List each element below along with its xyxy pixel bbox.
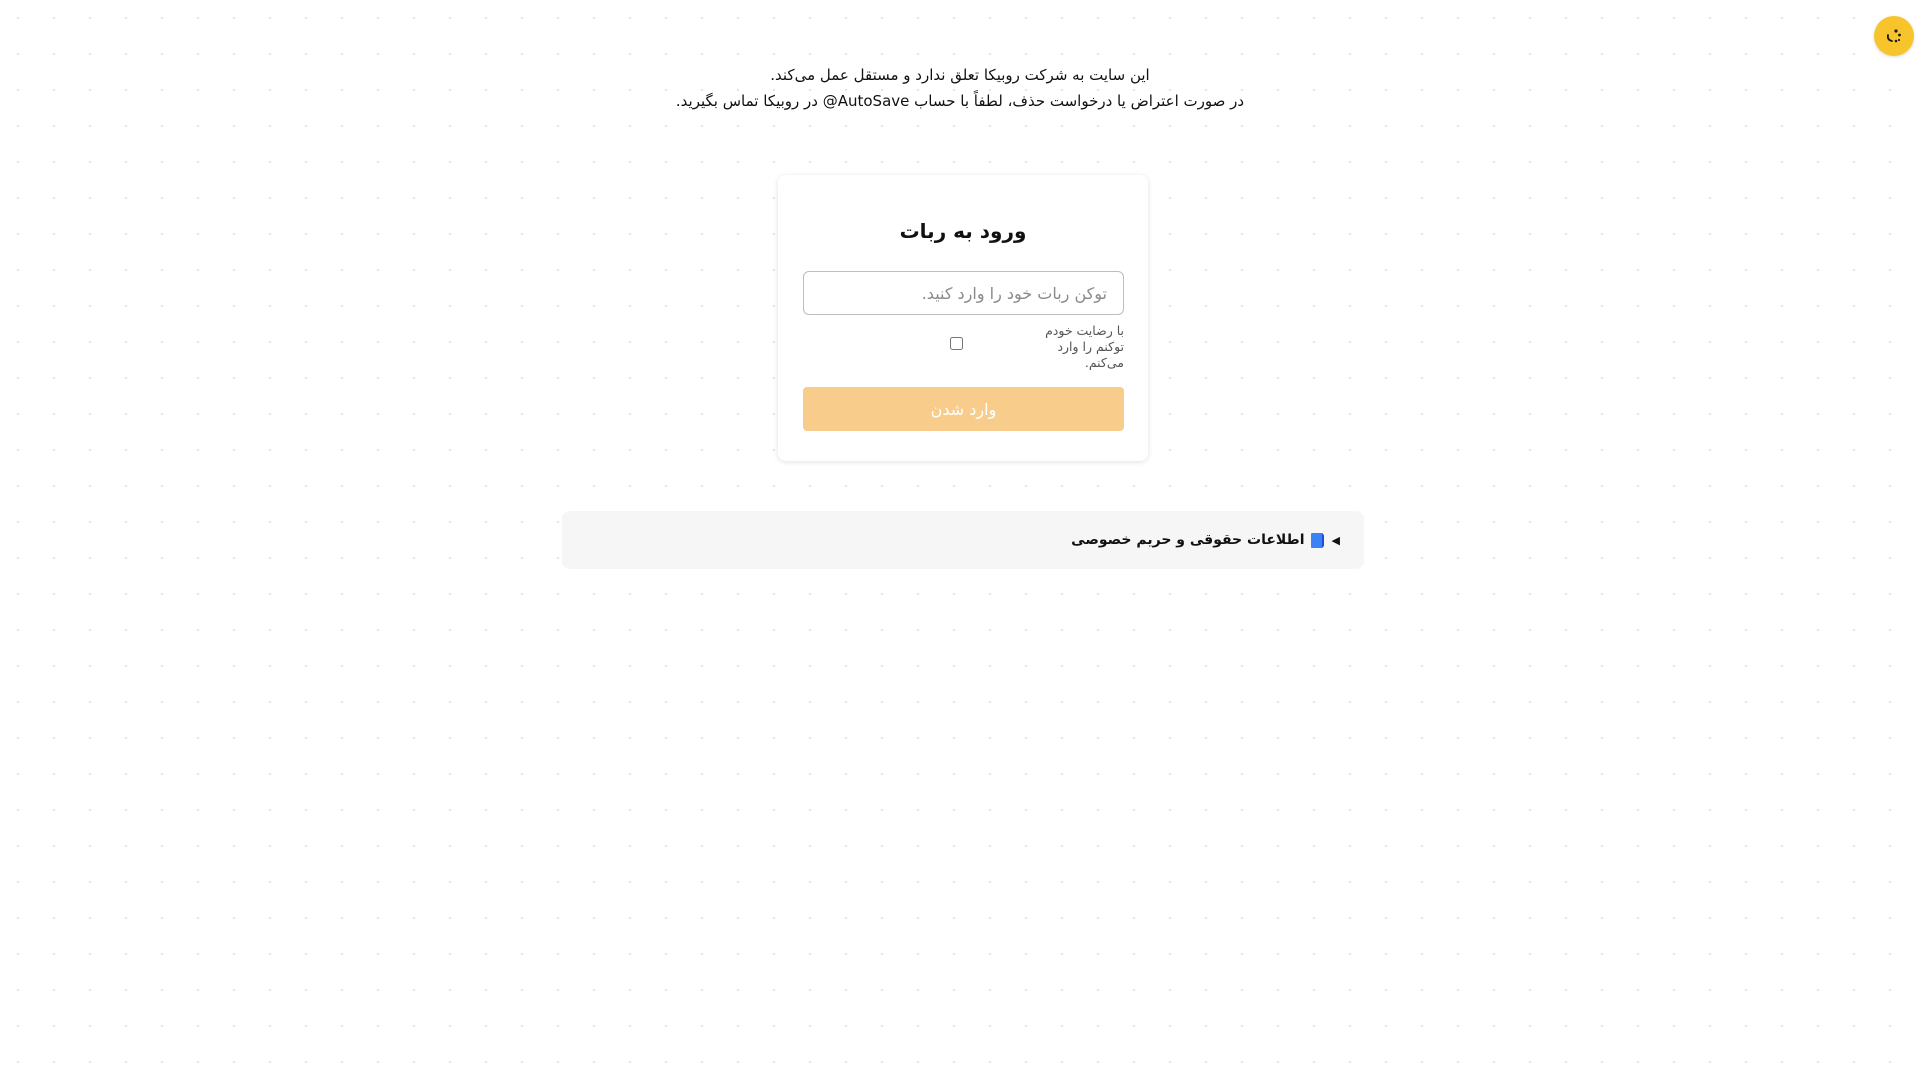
legal-summary-label: اطلاعات حقوقی و حریم خصوصی <box>1071 532 1305 548</box>
token-input[interactable] <box>803 271 1124 315</box>
emoji-face-glyph <box>1886 29 1901 43</box>
book-icon <box>1310 532 1324 548</box>
legal-privacy-details[interactable]: ◀ اطلاعات حقوقی و حریم خصوصی <box>562 511 1364 569</box>
notice-line-2: در صورت اعتراض یا درخواست حذف، لطفاً با … <box>675 92 1245 110</box>
login-submit-button[interactable]: وارد شدن <box>803 387 1124 431</box>
triangle-left-icon: ◀ <box>1331 533 1340 547</box>
consent-label: با رضایت خودم توکنم را وارد می‌کنم. <box>1045 323 1124 370</box>
independence-notice: این سایت به شرکت روبیکا تعلق ندارد و مست… <box>0 62 1920 114</box>
login-card: ورود به ربات با رضایت خودم توکنم را وارد… <box>778 175 1148 461</box>
login-title: ورود به ربات <box>899 219 1027 243</box>
legal-summary[interactable]: ◀ اطلاعات حقوقی و حریم خصوصی <box>1071 532 1340 548</box>
notice-line-1: این سایت به شرکت روبیکا تعلق ندارد و مست… <box>770 66 1150 84</box>
consent-checkbox[interactable] <box>950 337 963 350</box>
emoji-face-icon[interactable] <box>1874 16 1914 56</box>
